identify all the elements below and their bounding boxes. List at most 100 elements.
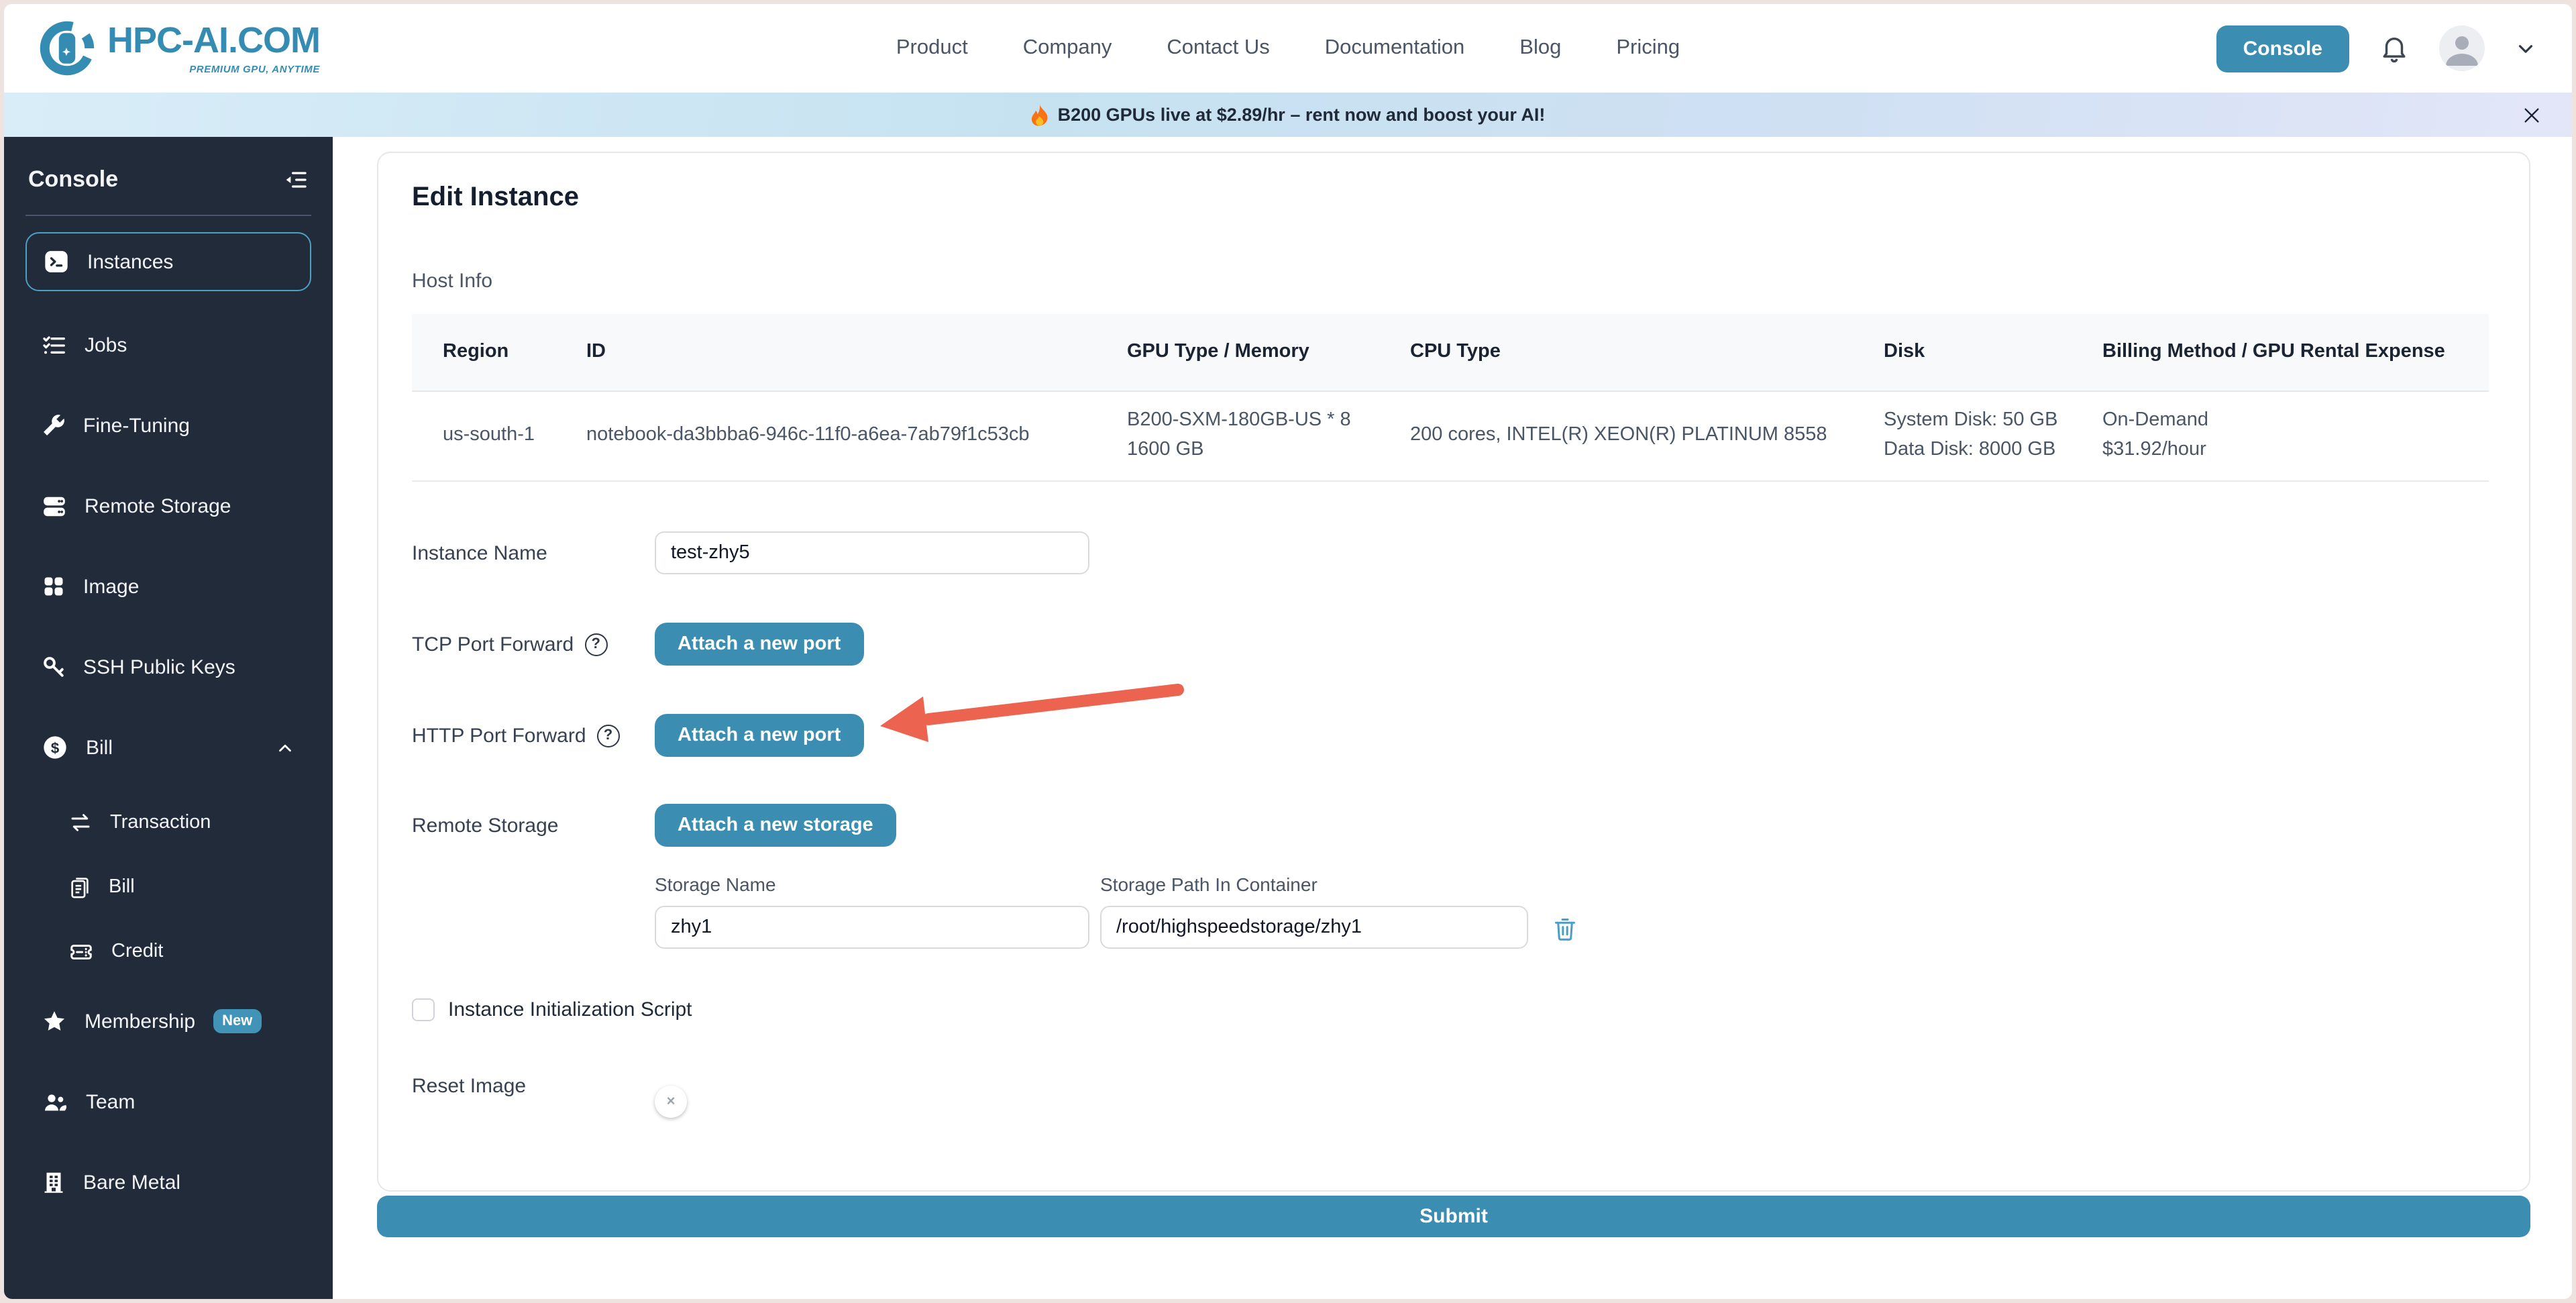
tcp-port-forward-label: TCP Port Forward ? [412,633,655,656]
storage-name-input[interactable] [655,906,1089,949]
terminal-icon [43,248,70,275]
list-check-icon [42,332,67,358]
sidebar-item-label: Membership [85,1010,195,1033]
chevron-down-icon[interactable] [2514,37,2537,60]
ticket-icon [68,939,94,964]
sidebar-item-label: Team [86,1090,135,1113]
sidebar-item-jobs[interactable]: Jobs [25,318,311,372]
http-attach-port-button[interactable]: Attach a new port [655,714,863,757]
sidebar-item-bill-sub[interactable]: Bill [25,866,311,908]
remote-storage-row: Remote Storage Attach a new storage [412,804,2496,847]
banner-close-icon[interactable] [2521,104,2542,125]
screenshot-frame: HPC-AI.COM PREMIUM GPU, ANYTIME Product … [0,0,2576,1303]
logo-text: HPC-AI.COM [107,22,320,58]
reset-image-label: Reset Image [412,1075,655,1098]
page-title: Edit Instance [412,183,2496,213]
nav-documentation[interactable]: Documentation [1325,36,1465,60]
instance-name-row: Instance Name [412,531,2496,574]
col-billing: Billing Method / GPU Rental Expense [2072,314,2489,390]
logo[interactable]: HPC-AI.COM PREMIUM GPU, ANYTIME [39,20,320,76]
cell-gpu: B200-SXM-180GB-US * 8 1600 GB [1096,392,1379,480]
flame-icon [1031,104,1050,125]
submit-button[interactable]: Submit [377,1196,2530,1237]
sidebar: Console Instances [4,137,333,1299]
storage-path-input[interactable] [1100,906,1528,949]
table-row: us-south-1 notebook-da3bbba6-946c-11f0-a… [412,392,2489,480]
sidebar-item-membership[interactable]: Membership New [25,994,311,1048]
header-right: Console [2216,25,2537,72]
sidebar-item-bare-metal[interactable]: Bare Metal [25,1155,311,1209]
promo-banner: B200 GPUs live at $2.89/hr – rent now an… [4,93,2572,137]
avatar[interactable] [2439,25,2485,71]
sidebar-item-ssh-public-keys[interactable]: SSH Public Keys [25,640,311,694]
col-disk: Disk [1853,314,2072,390]
col-id: ID [555,314,1096,390]
wrench-icon [42,413,66,437]
building-icon [42,1170,66,1194]
col-region: Region [412,314,555,390]
col-gpu: GPU Type / Memory [1096,314,1379,390]
toggle-off-x: × [655,1085,687,1117]
server-storage-icon [42,493,67,519]
cell-cpu: 200 cores, INTEL(R) XEON(R) PLATINUM 855… [1410,421,1839,451]
chevron-up-icon [275,737,295,758]
help-icon[interactable]: ? [584,633,607,656]
sidebar-divider [25,215,311,216]
nav-product[interactable]: Product [896,36,968,60]
sidebar-item-label: Bill [109,876,135,898]
storage-path-label: Storage Path In Container [1100,874,1528,895]
sidebar-item-remote-storage[interactable]: Remote Storage [25,479,311,533]
svg-text:$: $ [51,739,60,756]
tcp-port-forward-row: TCP Port Forward ? Attach a new port [412,623,2496,666]
console-button[interactable]: Console [2216,25,2349,72]
hpc-ai-logo-icon [39,20,95,76]
sidebar-item-label: Image [83,575,139,598]
storage-name-label: Storage Name [655,874,1089,895]
sidebar-item-credit[interactable]: Credit [25,930,311,973]
sidebar-item-label: Bare Metal [83,1171,180,1194]
sidebar-item-team[interactable]: Team [25,1075,311,1129]
sidebar-item-bill[interactable]: $ Bill [25,721,311,774]
top-header: HPC-AI.COM PREMIUM GPU, ANYTIME Product … [4,4,2572,93]
nav-contact-us[interactable]: Contact Us [1167,36,1269,60]
nav-pricing[interactable]: Pricing [1616,36,1680,60]
instance-name-input[interactable] [655,531,1089,574]
storage-entry-row: Storage Name Storage Path In Container [655,874,2496,949]
cell-id: notebook-da3bbba6-946c-11f0-a6ea-7ab79f1… [586,421,1083,451]
reset-image-row: Reset Image × [412,1075,2496,1098]
sidebar-item-label: Credit [111,941,163,962]
bell-icon[interactable] [2379,33,2410,64]
sidebar-item-transaction[interactable]: Transaction [25,801,311,844]
cell-billing: On-Demand $31.92/hour [2072,392,2489,480]
host-info-label: Host Info [412,270,2496,293]
trash-icon[interactable] [1552,915,1578,949]
star-icon [42,1008,67,1034]
logo-tagline: PREMIUM GPU, ANYTIME [189,62,320,74]
collapse-sidebar-icon[interactable] [282,166,309,193]
sidebar-item-label: Instances [87,250,173,273]
col-cpu: CPU Type [1379,314,1853,390]
nav-company[interactable]: Company [1023,36,1112,60]
main-nav: Product Company Contact Us Documentation… [896,36,1680,60]
tcp-attach-port-button[interactable]: Attach a new port [655,623,863,666]
sidebar-item-image[interactable]: Image [25,560,311,613]
sidebar-item-label: Bill [86,736,113,759]
cell-disk: System Disk: 50 GB Data Disk: 8000 GB [1853,392,2072,480]
transfer-arrows-icon [68,811,93,835]
sidebar-item-label: Jobs [85,333,127,356]
attach-storage-button[interactable]: Attach a new storage [655,804,896,847]
help-icon[interactable]: ? [597,724,620,747]
cell-region: us-south-1 [443,421,542,451]
http-port-forward-label: HTTP Port Forward ? [412,724,655,747]
sidebar-item-fine-tuning[interactable]: Fine-Tuning [25,399,311,452]
http-port-forward-row: HTTP Port Forward ? Attach a new port [412,714,2496,757]
instance-name-label: Instance Name [412,541,655,564]
banner-text: B200 GPUs live at $2.89/hr – rent now an… [1058,105,1546,125]
sidebar-item-label: Remote Storage [85,494,231,517]
init-script-checkbox[interactable] [412,998,435,1021]
table-header-row: Region ID GPU Type / Memory CPU Type Dis… [412,314,2489,392]
grid-icon [42,574,66,598]
sidebar-item-instances[interactable]: Instances [25,232,311,291]
nav-blog[interactable]: Blog [1519,36,1561,60]
sidebar-item-label: SSH Public Keys [83,656,235,678]
